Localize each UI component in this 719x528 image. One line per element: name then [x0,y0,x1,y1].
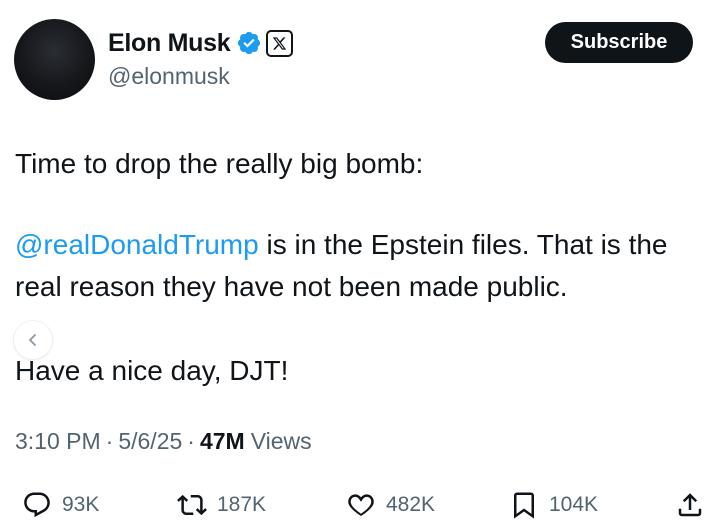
reply-count: 93K [62,493,100,516]
subscribe-button[interactable]: Subscribe [545,22,693,63]
tweet: Elon Musk @elonmusk Subscribe Time to dr… [0,0,719,528]
views-label: Views [250,428,312,454]
avatar[interactable] [14,19,95,100]
meta-separator: · [187,428,195,454]
author-name-row: Elon Musk [108,25,294,61]
x-logo-icon [266,29,294,57]
verified-badge-icon [236,30,262,56]
author-display-name[interactable]: Elon Musk [108,29,231,58]
repost-icon [177,494,207,516]
repost-button[interactable]: 187K [177,485,266,525]
tweet-text-line: Time to drop the really big bomb: [15,148,424,179]
tweet-text-paragraph: @realDonaldTrump is in the Epstein files… [15,224,705,308]
like-count: 482K [386,493,436,516]
reply-icon [24,492,50,518]
author-handle[interactable]: @elonmusk [108,63,230,90]
reply-button[interactable]: 93K [22,485,99,525]
chevron-left-icon [29,334,36,346]
heart-icon [348,494,374,517]
bookmark-icon [514,492,534,519]
bookmark-count: 104K [549,493,599,516]
share-icon [678,493,702,517]
share-button[interactable] [675,485,705,525]
tweet-date[interactable]: 5/6/25 [118,428,182,455]
like-button[interactable]: 482K [346,485,435,525]
bookmark-button[interactable]: 104K [509,485,598,525]
meta-separator: · [105,428,114,454]
tweet-time[interactable]: 3:10 PM [15,428,101,455]
mention-link[interactable]: @realDonaldTrump [15,229,259,260]
action-bar: 93K 187K 482K 104K [0,485,719,525]
repost-count: 187K [217,493,267,516]
tweet-text-line: Have a nice day, DJT! [15,355,289,386]
views-count: 47M [199,428,245,454]
tweet-meta: 3:10 PM · 5/6/25 · 47M Views [15,428,312,455]
